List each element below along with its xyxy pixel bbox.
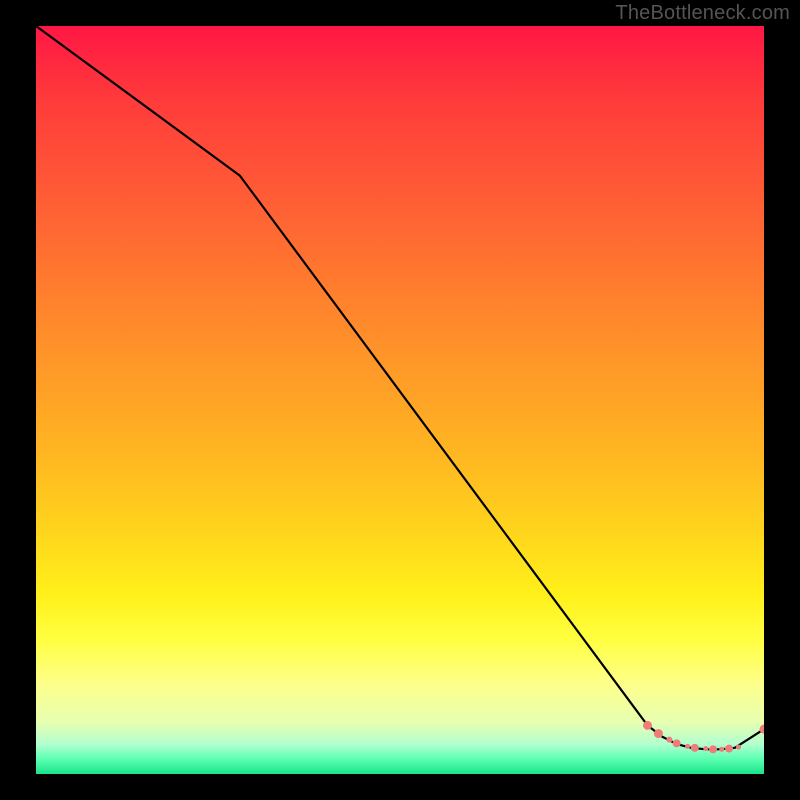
marker-dot [736,745,741,750]
marker-dot [703,746,708,751]
marker-dot [719,747,724,752]
marker-dot [673,739,681,747]
marker-dot [685,744,690,749]
marker-dot [643,721,652,730]
marker-dot [709,745,717,753]
marker-dot [666,737,672,743]
marker-dot [654,729,663,738]
watermark-text: TheBottleneck.com [615,2,790,25]
chart-overlay [36,26,764,774]
marker-dot [725,745,733,753]
series-curve [36,26,764,749]
marker-dot [691,744,699,752]
series-markers [643,721,764,753]
chart-frame: TheBottleneck.com [0,0,800,800]
